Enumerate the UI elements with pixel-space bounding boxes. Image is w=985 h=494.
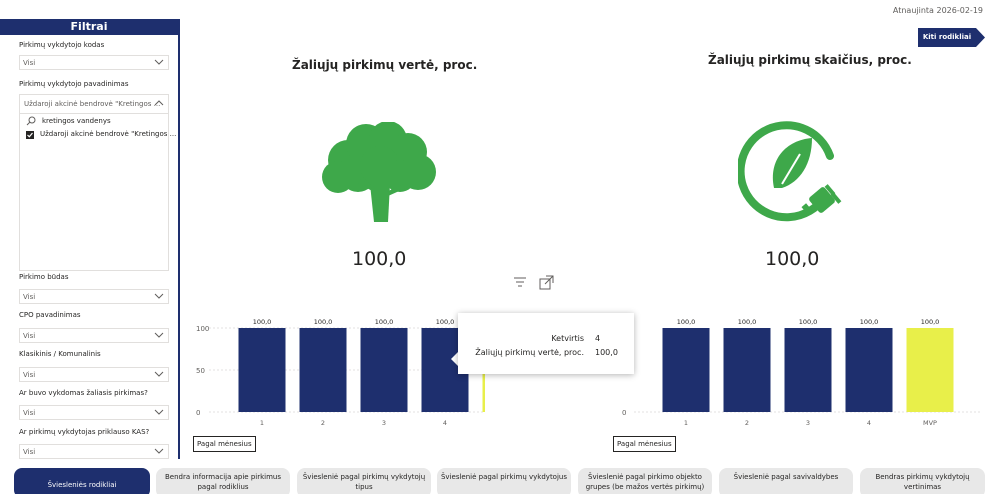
x-tick-label: 2 xyxy=(321,419,325,427)
y-tick-label: 50 xyxy=(196,367,205,375)
procedure-dropdown[interactable]: Visi xyxy=(19,289,169,304)
tab-by-buyer-types[interactable]: Šviesleniė pagal pirkimų vykdytojų tipus xyxy=(297,468,431,494)
x-tick-label: 3 xyxy=(806,419,810,427)
focus-mode-icon[interactable] xyxy=(539,275,554,290)
data-label: 100,0 xyxy=(314,318,333,326)
x-tick-label: MVP xyxy=(923,419,937,427)
tree-icon xyxy=(322,122,436,222)
tab-by-municipalities[interactable]: Šviesleniė pagal savivaldybes xyxy=(719,468,853,494)
kpi-value-count: 100,0 xyxy=(765,248,820,270)
filters-title: Filtrai xyxy=(0,19,178,35)
kpi-title-value: Žaliųjų pirkimų vertė, proc. xyxy=(292,58,478,72)
checkbox-checked[interactable] xyxy=(26,131,34,139)
dropdown-value: Visi xyxy=(23,371,36,379)
x-tick-label: 4 xyxy=(443,419,447,427)
tab-general-info[interactable]: Bendra informacija apie pirkimus pagal r… xyxy=(156,468,290,494)
visual-header-icons xyxy=(514,275,554,290)
data-label: 100,0 xyxy=(860,318,879,326)
y-tick-label: 100 xyxy=(196,325,209,333)
data-label: 100,0 xyxy=(677,318,696,326)
filter-label-kas: Ar pirkimų vykdytojas priklauso KAS? xyxy=(19,428,150,436)
filter-label-classic-utility: Klasikinis / Komunalinis xyxy=(19,350,101,358)
filter-label-cpo: CPO pavadinimas xyxy=(19,311,81,319)
dropdown-value: Visi xyxy=(23,409,36,417)
chevron-down-icon xyxy=(154,59,164,65)
y-tick-label: 0 xyxy=(196,409,200,417)
more-indicators-button[interactable]: Kiti rodikliai xyxy=(918,28,976,47)
chevron-down-icon xyxy=(154,293,164,299)
tab-by-object-groups[interactable]: Šviesleniė pagal pirkimo objekto grupes … xyxy=(578,468,712,494)
dropdown-value: Visi xyxy=(23,293,36,301)
last-updated-text: Atnaujinta 2026-02-19 xyxy=(892,6,983,15)
data-label: 100,0 xyxy=(799,318,818,326)
slicer-selected-value: Uždaroji akcinė bendrovė "Kretingos ... xyxy=(24,100,161,108)
filters-sidebar: Filtrai Pirkimų vykdytojo kodas Visi Pir… xyxy=(0,19,178,459)
chevron-down-icon xyxy=(154,409,164,415)
tooltip-key: Žaliųjų pirkimų vertė, proc. xyxy=(475,348,584,357)
slicer-item-label: Uždaroji akcinė bendrovė "Kretingos ... xyxy=(40,130,177,138)
classic-utility-dropdown[interactable]: Visi xyxy=(19,367,169,382)
x-tick-label: 4 xyxy=(867,419,871,427)
search-icon xyxy=(26,116,36,126)
data-label: 100,0 xyxy=(738,318,757,326)
bar[interactable] xyxy=(360,328,408,412)
bar[interactable] xyxy=(845,328,893,412)
data-label: 100,0 xyxy=(375,318,394,326)
data-label: 100,0 xyxy=(253,318,272,326)
cpo-dropdown[interactable]: Visi xyxy=(19,328,169,343)
slicer-search-input[interactable]: kretingos vandenys xyxy=(42,117,111,125)
data-label: 100,0 xyxy=(921,318,940,326)
filter-label-green-purchase: Ar buvo vykdomas žaliasis pirkimas? xyxy=(19,389,148,397)
x-tick-label: 1 xyxy=(260,419,264,427)
bar[interactable] xyxy=(238,328,286,412)
by-month-button[interactable]: Pagal mėnesius xyxy=(193,436,256,452)
x-tick-label: 3 xyxy=(382,419,386,427)
sidebar-divider xyxy=(178,19,180,459)
bar[interactable] xyxy=(299,328,347,412)
kas-dropdown[interactable]: Visi xyxy=(19,444,169,459)
buyer-name-slicer[interactable]: Uždaroji akcinė bendrovė "Kretingos ... … xyxy=(19,94,176,271)
leaf-plug-icon xyxy=(738,121,842,222)
filter-label-buyer-code: Pirkimų vykdytojo kodas xyxy=(19,41,105,49)
green-purchase-dropdown[interactable]: Visi xyxy=(19,405,169,420)
arrow-right-icon[interactable] xyxy=(976,28,985,47)
tab-by-buyers[interactable]: Šviesleniė pagal pirkimų vykdytojus xyxy=(437,468,571,494)
by-month-button[interactable]: Pagal mėnesius xyxy=(613,436,676,452)
buyer-code-dropdown[interactable]: Visi xyxy=(19,55,169,70)
kpi-value-amount: 100,0 xyxy=(352,248,407,270)
filter-label-buyer-name: Pirkimų vykdytojo pavadinimas xyxy=(19,80,129,88)
tooltip-key: Ketvirtis xyxy=(551,334,584,343)
check-icon xyxy=(27,132,33,138)
bar-chart-value: 050100100,01100,02100,03100,04100,0MVP xyxy=(196,318,485,427)
dropdown-value: Visi xyxy=(23,448,36,456)
tab-overall-evaluation[interactable]: Bendras pirkimų vykdytojų vertinimas xyxy=(860,468,985,494)
kpi-title-count: Žaliųjų pirkimų skaičius, proc. xyxy=(708,53,912,67)
bar[interactable] xyxy=(662,328,710,412)
bar[interactable] xyxy=(906,328,954,412)
x-tick-label: 2 xyxy=(745,419,749,427)
bar-chart-count: 0 100,0 1 100,0 2 100,0 3 100,0 4 100,0 MVP xyxy=(622,318,980,427)
dropdown-value: Visi xyxy=(23,332,36,340)
y-tick-label: 0 xyxy=(622,409,626,417)
tooltip-value: 100,0 xyxy=(595,348,618,357)
chevron-down-icon xyxy=(154,448,164,454)
tab-dashboard-indicators[interactable]: Šviesleniės rodikliai xyxy=(14,468,150,494)
chevron-down-icon xyxy=(154,371,164,377)
page-tab-bar: Šviesleniės rodikliai Bendra informacija… xyxy=(0,466,985,494)
filter-icon[interactable] xyxy=(514,277,526,287)
divider xyxy=(20,113,168,114)
chevron-down-icon xyxy=(154,332,164,338)
dropdown-value: Visi xyxy=(23,59,36,67)
data-label: 100,0 xyxy=(436,318,455,326)
chevron-up-icon[interactable] xyxy=(154,98,164,108)
bar[interactable] xyxy=(784,328,832,412)
x-tick-label: 1 xyxy=(684,419,688,427)
chart-tooltip: Ketvirtis 4 Žaliųjų pirkimų vertė, proc.… xyxy=(458,313,634,374)
filter-label-procedure: Pirkimo būdas xyxy=(19,273,69,281)
tooltip-value: 4 xyxy=(595,334,601,343)
bar[interactable] xyxy=(723,328,771,412)
